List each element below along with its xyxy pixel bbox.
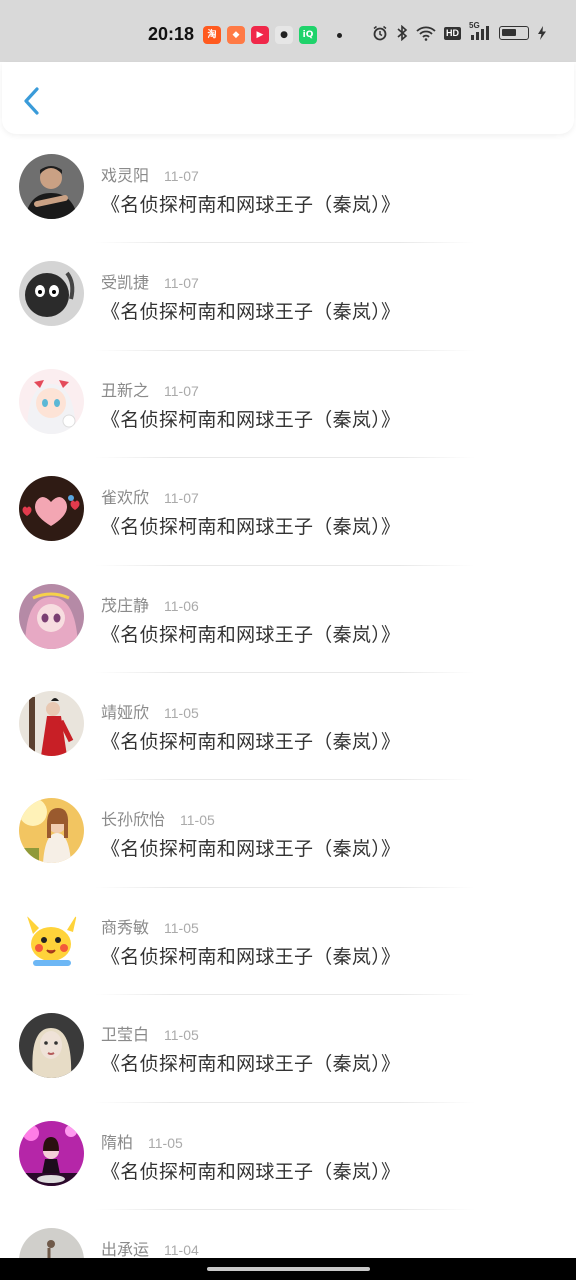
wechat-app-icon: ● (275, 26, 293, 44)
comment-text: 《名侦探柯南和网球王子（秦岚）》 (101, 623, 401, 646)
comment-item[interactable]: 商秀敏 11-05 《名侦探柯南和网球王子（秦岚）》 (0, 888, 576, 996)
video-app-icon: ▶ (251, 26, 269, 44)
avatar[interactable] (19, 690, 84, 756)
avatar[interactable] (19, 154, 84, 219)
alarm-icon (372, 25, 388, 41)
comment-list-screen: 20:18 淘 ◆ ▶ ● iQ HD 5G 戏灵阳 11-07 《名侦探柯南和… (0, 0, 576, 1280)
comment-text: 《名侦探柯南和网球王子（秦岚）》 (101, 408, 401, 431)
comment-date: 11-05 (164, 919, 199, 936)
comment-text: 《名侦探柯南和网球王子（秦岚）》 (101, 945, 401, 968)
signal-5g-icon: 5G (469, 21, 491, 41)
comment-meta: 商秀敏 11-05 (101, 914, 199, 938)
hd-voice-badge: HD (444, 26, 461, 40)
comment-date: 11-07 (164, 382, 199, 399)
comment-item[interactable]: 茂庄静 11-06 《名侦探柯南和网球王子（秦岚）》 (0, 566, 576, 673)
avatar[interactable] (19, 798, 84, 864)
comment-meta: 靖娅欣 11-05 (101, 699, 199, 723)
top-bar (2, 62, 574, 134)
user-name[interactable]: 受凯捷 (101, 269, 149, 293)
comment-list: 戏灵阳 11-07 《名侦探柯南和网球王子（秦岚）》 受凯捷 11-07 《名侦探柯南和网… (0, 136, 576, 1280)
bluetooth-icon (396, 25, 408, 41)
back-button[interactable] (20, 86, 44, 116)
comment-date: 11-07 (164, 168, 199, 184)
wifi-icon (416, 25, 436, 41)
comment-date: 11-04 (164, 1241, 199, 1258)
comment-text: 《名侦探柯南和网球王子（秦岚）》 (101, 301, 401, 324)
comment-text: 《名侦探柯南和网球王子（秦岚）》 (101, 1160, 401, 1183)
user-name[interactable]: 商秀敏 (101, 914, 149, 938)
comment-date: 11-05 (164, 704, 199, 721)
user-name[interactable]: 茂庄静 (101, 592, 149, 616)
user-name[interactable]: 隋柏 (101, 1129, 133, 1153)
comment-date: 11-05 (180, 812, 215, 829)
comment-item[interactable]: 卫莹白 11-05 《名侦探柯南和网球王子（秦岚）》 (0, 995, 576, 1103)
avatar[interactable] (19, 905, 84, 971)
user-name[interactable]: 靖娅欣 (101, 699, 149, 723)
user-name[interactable]: 出承运 (101, 1236, 149, 1260)
avatar[interactable] (19, 1120, 84, 1186)
taobao-app-icon: 淘 (203, 26, 221, 44)
comment-item[interactable]: 受凯捷 11-07 《名侦探柯南和网球王子（秦岚）》 (0, 243, 576, 351)
charging-icon (537, 25, 547, 41)
comment-date: 11-07 (164, 275, 199, 292)
comment-text: 《名侦探柯南和网球王子（秦岚）》 (101, 730, 401, 753)
avatar[interactable] (19, 261, 84, 327)
comment-text: 《名侦探柯南和网球王子（秦岚）》 (101, 838, 401, 861)
comment-item[interactable]: 丑新之 11-07 《名侦探柯南和网球王子（秦岚）》 (0, 351, 576, 459)
game-app-icon: ◆ (227, 26, 245, 44)
avatar[interactable] (19, 476, 84, 542)
home-indicator[interactable] (207, 1267, 370, 1271)
comment-text: 《名侦探柯南和网球王子（秦岚）》 (101, 194, 401, 216)
user-name[interactable]: 卫莹白 (101, 1021, 149, 1045)
navigation-bar (0, 1258, 576, 1280)
comment-item[interactable]: 靖娅欣 11-05 《名侦探柯南和网球王子（秦岚）》 (0, 673, 576, 781)
comment-meta: 出承运 11-04 (101, 1236, 199, 1260)
avatar[interactable] (19, 583, 84, 649)
chevron-left-icon (24, 87, 39, 115)
comment-date: 11-05 (148, 1134, 183, 1151)
comment-item[interactable]: 长孙欣怡 11-05 《名侦探柯南和网球王子（秦岚）》 (0, 780, 576, 888)
comment-meta: 隋柏 11-05 (101, 1129, 183, 1153)
status-time: 20:18 (148, 24, 195, 44)
comment-text: 《名侦探柯南和网球王子（秦岚）》 (101, 1053, 401, 1076)
comment-date: 11-07 (164, 490, 199, 507)
system-status-icons: HD 5G (372, 21, 547, 41)
comment-meta: 雀欢欣 11-07 (101, 484, 199, 508)
more-notifications-dot (337, 32, 342, 38)
avatar[interactable] (19, 368, 84, 434)
user-name[interactable]: 雀欢欣 (101, 484, 149, 508)
comment-date: 11-06 (164, 597, 199, 614)
battery-level (502, 29, 516, 36)
iqiyi-app-icon: iQ (299, 26, 317, 44)
avatar[interactable] (19, 1013, 84, 1079)
notification-app-icons: 淘 ◆ ▶ ● iQ (203, 26, 342, 44)
comment-meta: 长孙欣怡 11-05 (101, 806, 215, 830)
comment-meta: 受凯捷 11-07 (101, 269, 199, 293)
comment-date: 11-05 (164, 1027, 199, 1044)
user-name[interactable]: 长孙欣怡 (101, 806, 165, 830)
comment-meta: 丑新之 11-07 (101, 377, 199, 401)
user-name[interactable]: 丑新之 (101, 377, 149, 401)
comment-item[interactable]: 戏灵阳 11-07 《名侦探柯南和网球王子（秦岚）》 (0, 136, 576, 244)
battery-icon (499, 26, 529, 40)
comment-item[interactable]: 隋柏 11-05 《名侦探柯南和网球王子（秦岚）》 (0, 1103, 576, 1210)
comment-item[interactable]: 雀欢欣 11-07 《名侦探柯南和网球王子（秦岚）》 (0, 458, 576, 566)
comment-meta: 戏灵阳 11-07 (101, 162, 199, 186)
comment-meta: 卫莹白 11-05 (101, 1021, 199, 1045)
comment-meta: 茂庄静 11-06 (101, 592, 199, 616)
user-name[interactable]: 戏灵阳 (101, 162, 149, 186)
status-bar: 20:18 淘 ◆ ▶ ● iQ HD 5G (0, 0, 576, 62)
comment-text: 《名侦探柯南和网球王子（秦岚）》 (101, 516, 401, 539)
